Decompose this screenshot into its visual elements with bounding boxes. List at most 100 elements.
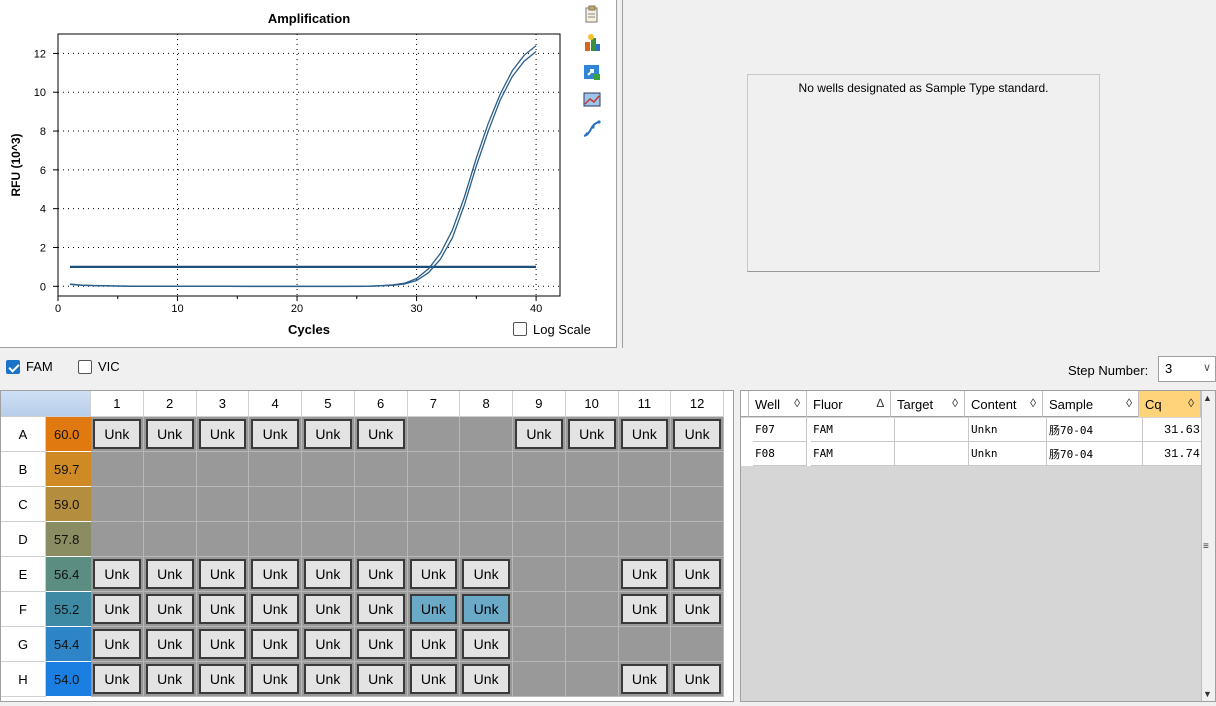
well-h5[interactable]: Unk bbox=[302, 662, 355, 697]
well-e6[interactable]: Unk bbox=[354, 557, 408, 592]
well-d7[interactable] bbox=[407, 522, 461, 557]
well-h10[interactable] bbox=[565, 662, 619, 697]
well-f1[interactable]: Unk bbox=[91, 592, 144, 627]
log-scale-toggle[interactable]: Log Scale bbox=[513, 320, 591, 338]
well-c9[interactable] bbox=[513, 487, 566, 522]
well-e8[interactable]: Unk bbox=[460, 557, 513, 592]
column-header-7[interactable]: 7 bbox=[407, 391, 461, 417]
well-b3[interactable] bbox=[196, 452, 250, 487]
column-header-content[interactable]: Content ◊ bbox=[965, 391, 1043, 417]
well-b5[interactable] bbox=[302, 452, 355, 487]
well-c3[interactable] bbox=[196, 487, 250, 522]
row-header-d[interactable]: D bbox=[1, 522, 46, 557]
table-row[interactable]: F08 FAM Unkn 肠70-04 31.74 bbox=[741, 442, 1205, 466]
well-a10[interactable]: Unk bbox=[565, 417, 619, 452]
column-header-11[interactable]: 11 bbox=[618, 391, 672, 417]
column-header-1[interactable]: 1 bbox=[91, 391, 144, 417]
well-a4[interactable]: Unk bbox=[249, 417, 302, 452]
well-g11[interactable] bbox=[618, 627, 672, 662]
well-e9[interactable] bbox=[513, 557, 566, 592]
row-header-a[interactable]: A bbox=[1, 417, 46, 452]
well-g4[interactable]: Unk bbox=[249, 627, 302, 662]
plate-corner[interactable] bbox=[1, 391, 91, 417]
sort-icon[interactable]: ◊ bbox=[794, 396, 800, 410]
column-header-target[interactable]: Target ◊ bbox=[891, 391, 965, 417]
row-header-c[interactable]: C bbox=[1, 487, 46, 522]
column-header-4[interactable]: 4 bbox=[249, 391, 302, 417]
well-b4[interactable] bbox=[249, 452, 302, 487]
well-h4[interactable]: Unk bbox=[249, 662, 302, 697]
sort-icon[interactable]: ◊ bbox=[1030, 396, 1036, 410]
table-row[interactable]: F07 FAM Unkn 肠70-04 31.63 bbox=[741, 418, 1205, 442]
row-header-b[interactable]: B bbox=[1, 452, 46, 487]
column-header-8[interactable]: 8 bbox=[460, 391, 513, 417]
chart-settings-icon[interactable] bbox=[582, 33, 602, 53]
well-d10[interactable] bbox=[565, 522, 619, 557]
well-b2[interactable] bbox=[143, 452, 197, 487]
well-e12[interactable]: Unk bbox=[671, 557, 724, 592]
well-a8[interactable] bbox=[460, 417, 513, 452]
fam-checkbox[interactable] bbox=[6, 359, 20, 374]
well-a6[interactable]: Unk bbox=[354, 417, 408, 452]
well-a2[interactable]: Unk bbox=[143, 417, 197, 452]
vic-checkbox[interactable] bbox=[78, 359, 92, 374]
row-header-h[interactable]: H bbox=[1, 662, 46, 697]
well-d9[interactable] bbox=[513, 522, 566, 557]
well-h1[interactable]: Unk bbox=[91, 662, 144, 697]
well-a7[interactable] bbox=[407, 417, 461, 452]
well-b6[interactable] bbox=[354, 452, 408, 487]
well-e2[interactable]: Unk bbox=[143, 557, 197, 592]
well-b1[interactable] bbox=[91, 452, 144, 487]
well-c8[interactable] bbox=[460, 487, 513, 522]
well-c12[interactable] bbox=[671, 487, 724, 522]
well-g6[interactable]: Unk bbox=[354, 627, 408, 662]
scroll-down-icon[interactable]: ▼ bbox=[1203, 689, 1212, 699]
well-d2[interactable] bbox=[143, 522, 197, 557]
well-f6[interactable]: Unk bbox=[354, 592, 408, 627]
scroll-up-icon[interactable]: ▲ bbox=[1203, 393, 1212, 403]
well-h12[interactable]: Unk bbox=[671, 662, 724, 697]
step-number-select[interactable]: 3 ∨ bbox=[1158, 356, 1216, 382]
column-header-sample[interactable]: Sample ◊ bbox=[1043, 391, 1139, 417]
well-c6[interactable] bbox=[354, 487, 408, 522]
well-h3[interactable]: Unk bbox=[196, 662, 250, 697]
well-e7[interactable]: Unk bbox=[407, 557, 461, 592]
well-c7[interactable] bbox=[407, 487, 461, 522]
well-e5[interactable]: Unk bbox=[302, 557, 355, 592]
sort-icon[interactable]: ◊ bbox=[952, 396, 958, 410]
well-f9[interactable] bbox=[513, 592, 566, 627]
column-header-9[interactable]: 9 bbox=[513, 391, 566, 417]
well-c2[interactable] bbox=[143, 487, 197, 522]
well-f12[interactable]: Unk bbox=[671, 592, 724, 627]
well-d6[interactable] bbox=[354, 522, 408, 557]
row-header-f[interactable]: F bbox=[1, 592, 46, 627]
well-h2[interactable]: Unk bbox=[143, 662, 197, 697]
well-a9[interactable]: Unk bbox=[513, 417, 566, 452]
well-g10[interactable] bbox=[565, 627, 619, 662]
column-header-well[interactable]: Well ◊ bbox=[749, 391, 807, 417]
well-e4[interactable]: Unk bbox=[249, 557, 302, 592]
well-d4[interactable] bbox=[249, 522, 302, 557]
well-h8[interactable]: Unk bbox=[460, 662, 513, 697]
well-f10[interactable] bbox=[565, 592, 619, 627]
well-d1[interactable] bbox=[91, 522, 144, 557]
well-a12[interactable]: Unk bbox=[671, 417, 724, 452]
well-d5[interactable] bbox=[302, 522, 355, 557]
well-b7[interactable] bbox=[407, 452, 461, 487]
well-f7[interactable]: Unk bbox=[407, 592, 461, 627]
well-e3[interactable]: Unk bbox=[196, 557, 250, 592]
column-header-10[interactable]: 10 bbox=[565, 391, 619, 417]
well-g2[interactable]: Unk bbox=[143, 627, 197, 662]
well-b11[interactable] bbox=[618, 452, 672, 487]
well-b10[interactable] bbox=[565, 452, 619, 487]
copy-icon[interactable] bbox=[582, 5, 602, 25]
zoom-image-icon[interactable] bbox=[582, 90, 602, 110]
column-header-6[interactable]: 6 bbox=[354, 391, 408, 417]
well-e11[interactable]: Unk bbox=[618, 557, 672, 592]
well-f11[interactable]: Unk bbox=[618, 592, 672, 627]
well-g12[interactable] bbox=[671, 627, 724, 662]
well-d11[interactable] bbox=[618, 522, 672, 557]
column-header-2[interactable]: 2 bbox=[143, 391, 197, 417]
well-c10[interactable] bbox=[565, 487, 619, 522]
well-a5[interactable]: Unk bbox=[302, 417, 355, 452]
